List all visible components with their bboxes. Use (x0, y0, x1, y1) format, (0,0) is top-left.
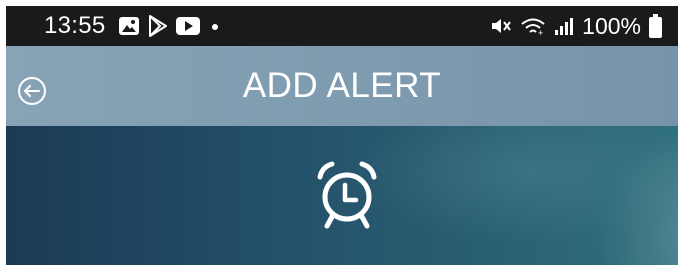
mute-icon (490, 16, 512, 36)
play-store-icon (148, 15, 168, 37)
hero-banner (6, 126, 678, 265)
back-arrow-icon (18, 77, 46, 105)
page-title: ADD ALERT (242, 66, 442, 105)
status-right-group: + 100% (490, 6, 662, 46)
status-bar: 13:55 + 100% (6, 6, 678, 46)
svg-text:+: + (538, 28, 543, 36)
battery-percentage: 100% (582, 12, 641, 39)
app-bar: ADD ALERT (6, 46, 678, 126)
youtube-icon (175, 17, 200, 35)
dot-icon (208, 19, 222, 33)
status-time: 13:55 (44, 12, 106, 39)
status-left-group: 13:55 (44, 6, 222, 46)
app-screen: 13:55 + 100% ADD ALERT (6, 6, 678, 265)
alarm-clock-icon (317, 161, 377, 229)
battery-icon (649, 14, 662, 38)
wifi-icon: + (520, 16, 546, 36)
back-button[interactable] (16, 75, 48, 107)
gallery-icon (118, 16, 140, 36)
signal-icon (554, 16, 574, 36)
